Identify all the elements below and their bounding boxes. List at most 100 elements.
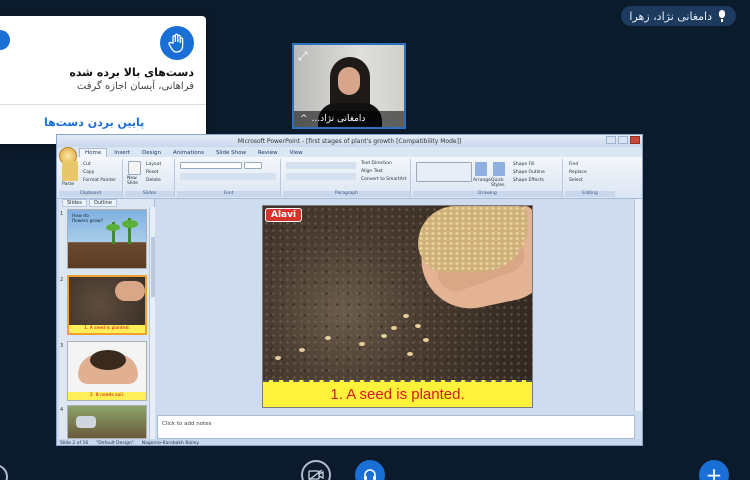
raised-hands-subtitle: فراهانی، آیسان اجازه گرفت bbox=[76, 81, 194, 92]
raised-hands-card: دست‌های بالا برده شده فراهانی، آیسان اجا… bbox=[0, 16, 206, 144]
ribbon-group-paragraph: Text Direction Align Text Convert to Sma… bbox=[283, 159, 411, 197]
expand-icon[interactable]: ⤢ bbox=[298, 49, 312, 63]
webcam-tile[interactable]: ⤢ دامغانی نژاد... ^ bbox=[292, 43, 406, 129]
seed bbox=[403, 314, 409, 318]
shape-effects-label: Shape Effects bbox=[513, 178, 544, 183]
slide-thumbnail bbox=[67, 405, 147, 439]
presenter-name-pill[interactable]: دامغانی نژاد، زهرا bbox=[621, 6, 736, 26]
tab-outline: Outline bbox=[88, 199, 117, 207]
status-theme: "Default Design" bbox=[96, 440, 134, 446]
notification-indicator bbox=[0, 30, 10, 50]
ppt-tab-home: Home bbox=[79, 148, 108, 157]
ribbon-group-clipboard: Paste Cut Copy Format Painter Clipboard bbox=[59, 159, 123, 197]
mic-icon bbox=[718, 10, 726, 22]
ppt-ribbon-tabs: Home Insert Design Animations Slide Show… bbox=[57, 147, 642, 157]
slide-thumbnails-pane: Slides Outline 1 How do flowers grow? 2 … bbox=[59, 199, 155, 439]
plant-leaves bbox=[122, 220, 138, 228]
actions-plus-button[interactable]: + bbox=[699, 460, 729, 480]
caption-suffix: . bbox=[460, 386, 465, 403]
font-size-box bbox=[244, 162, 262, 169]
ppt-tab-view: View bbox=[289, 150, 303, 156]
shape-outline-label: Shape Outline bbox=[513, 170, 545, 175]
cut-label: Cut bbox=[83, 162, 91, 167]
seed bbox=[423, 338, 429, 342]
notes-pane: Click to add notes bbox=[157, 415, 635, 439]
shape-fill-label: Shape Fill bbox=[513, 162, 535, 167]
ppt-tab-insert: Insert bbox=[114, 150, 131, 156]
minimize-icon bbox=[606, 136, 616, 144]
paste-icon bbox=[62, 161, 78, 181]
tab-slides: Slides bbox=[62, 199, 87, 207]
slide-thumbnail: How do flowers grow? bbox=[67, 209, 147, 269]
slide-thumbnail-selected: 1. A seed is planted. bbox=[67, 275, 147, 335]
ribbon-group-slides: New Slide Layout Reset Delete Slides bbox=[125, 159, 175, 197]
slide-scrollbar bbox=[634, 199, 642, 411]
ppt-window-title: Microsoft PowerPoint - [first stages of … bbox=[237, 137, 462, 145]
webcam-name: دامغانی نژاد... bbox=[311, 114, 366, 124]
headset-icon bbox=[364, 469, 376, 480]
thumbnail-tabs: Slides Outline bbox=[59, 199, 154, 207]
slide-thumbnail: 2. It needs soil. bbox=[67, 341, 147, 401]
seed bbox=[325, 336, 331, 340]
thumb-watering-can bbox=[76, 416, 96, 428]
divider bbox=[0, 104, 206, 105]
seed bbox=[299, 348, 305, 352]
align-text-label: Align Text bbox=[361, 169, 383, 174]
ribbon-group-label: Font bbox=[177, 191, 280, 197]
new-slide-label: New Slide bbox=[127, 176, 138, 186]
ppt-body: Slides Outline 1 How do flowers grow? 2 … bbox=[57, 199, 642, 446]
sprout-leaves bbox=[106, 224, 120, 231]
format-painter-label: Format Painter bbox=[83, 178, 117, 183]
thumb-hand bbox=[115, 281, 145, 301]
audio-button[interactable] bbox=[355, 460, 385, 480]
left-toolbar-button[interactable] bbox=[0, 464, 8, 480]
align-buttons bbox=[286, 173, 356, 180]
ppt-tab-review: Review bbox=[257, 150, 278, 156]
raised-hands-title: دست‌های بالا برده شده bbox=[69, 66, 194, 79]
quick-styles-label: Quick Styles bbox=[491, 178, 505, 188]
ribbon-group-label: Paragraph bbox=[283, 191, 410, 197]
thumbnails-scrollbar bbox=[149, 207, 155, 439]
lower-hands-button[interactable]: پایین بردن دست‌ها bbox=[44, 116, 144, 129]
ribbon-group-editing: Find Replace Select Editing bbox=[565, 159, 615, 197]
slide-caption: 1. A seed is planted. bbox=[263, 380, 532, 407]
shared-screen-powerpoint: Microsoft PowerPoint - [first stages of … bbox=[56, 134, 643, 446]
thumb-title: How do flowers grow? bbox=[72, 214, 104, 224]
arrange-icon bbox=[475, 162, 487, 176]
delete-label: Delete bbox=[146, 178, 161, 183]
thumb-number: 1 bbox=[60, 211, 64, 217]
thumb-number: 3 bbox=[60, 343, 64, 349]
ppt-ribbon: Paste Cut Copy Format Painter Clipboard … bbox=[57, 157, 642, 199]
find-label: Find bbox=[569, 162, 579, 167]
webcam-toggle-button[interactable] bbox=[301, 460, 331, 480]
ppt-title-bar: Microsoft PowerPoint - [first stages of … bbox=[57, 135, 642, 147]
webcam-person-face bbox=[338, 67, 360, 95]
text-direction-label: Text Direction bbox=[361, 161, 392, 166]
ribbon-group-font: Font bbox=[177, 159, 281, 197]
thumb-number: 4 bbox=[60, 407, 64, 413]
status-language: Nagorno-Karabakh Bailey bbox=[141, 440, 200, 446]
copy-label: Copy bbox=[83, 170, 95, 175]
thumb-soil bbox=[90, 350, 126, 370]
shapes-gallery bbox=[416, 162, 472, 182]
seed bbox=[275, 356, 281, 360]
camera-off-icon bbox=[308, 469, 324, 480]
presenter-name: دامغانی نژاد، زهرا bbox=[629, 9, 712, 23]
maximize-icon bbox=[618, 136, 628, 144]
reset-label: Reset bbox=[146, 170, 159, 175]
ribbon-group-label: Slides bbox=[125, 191, 174, 197]
seed bbox=[391, 326, 397, 330]
font-name-box bbox=[180, 162, 242, 169]
current-slide: Alavi 1. A seed is planted. bbox=[262, 205, 533, 408]
caption-prefix: 1. A seed is bbox=[330, 386, 412, 403]
thumb-caption: 1. A seed is planted. bbox=[69, 325, 145, 333]
ppt-tab-slideshow: Slide Show bbox=[215, 150, 246, 156]
webcam-menu-icon[interactable]: ^ bbox=[300, 114, 308, 124]
ribbon-group-label: Clipboard bbox=[59, 191, 122, 197]
seed bbox=[381, 334, 387, 338]
ribbon-group-label: Drawing bbox=[413, 191, 562, 197]
quick-styles-icon bbox=[493, 162, 505, 176]
raised-hand-icon bbox=[160, 26, 194, 60]
caption-highlight: planted bbox=[411, 386, 461, 403]
select-label: Select bbox=[569, 178, 583, 183]
